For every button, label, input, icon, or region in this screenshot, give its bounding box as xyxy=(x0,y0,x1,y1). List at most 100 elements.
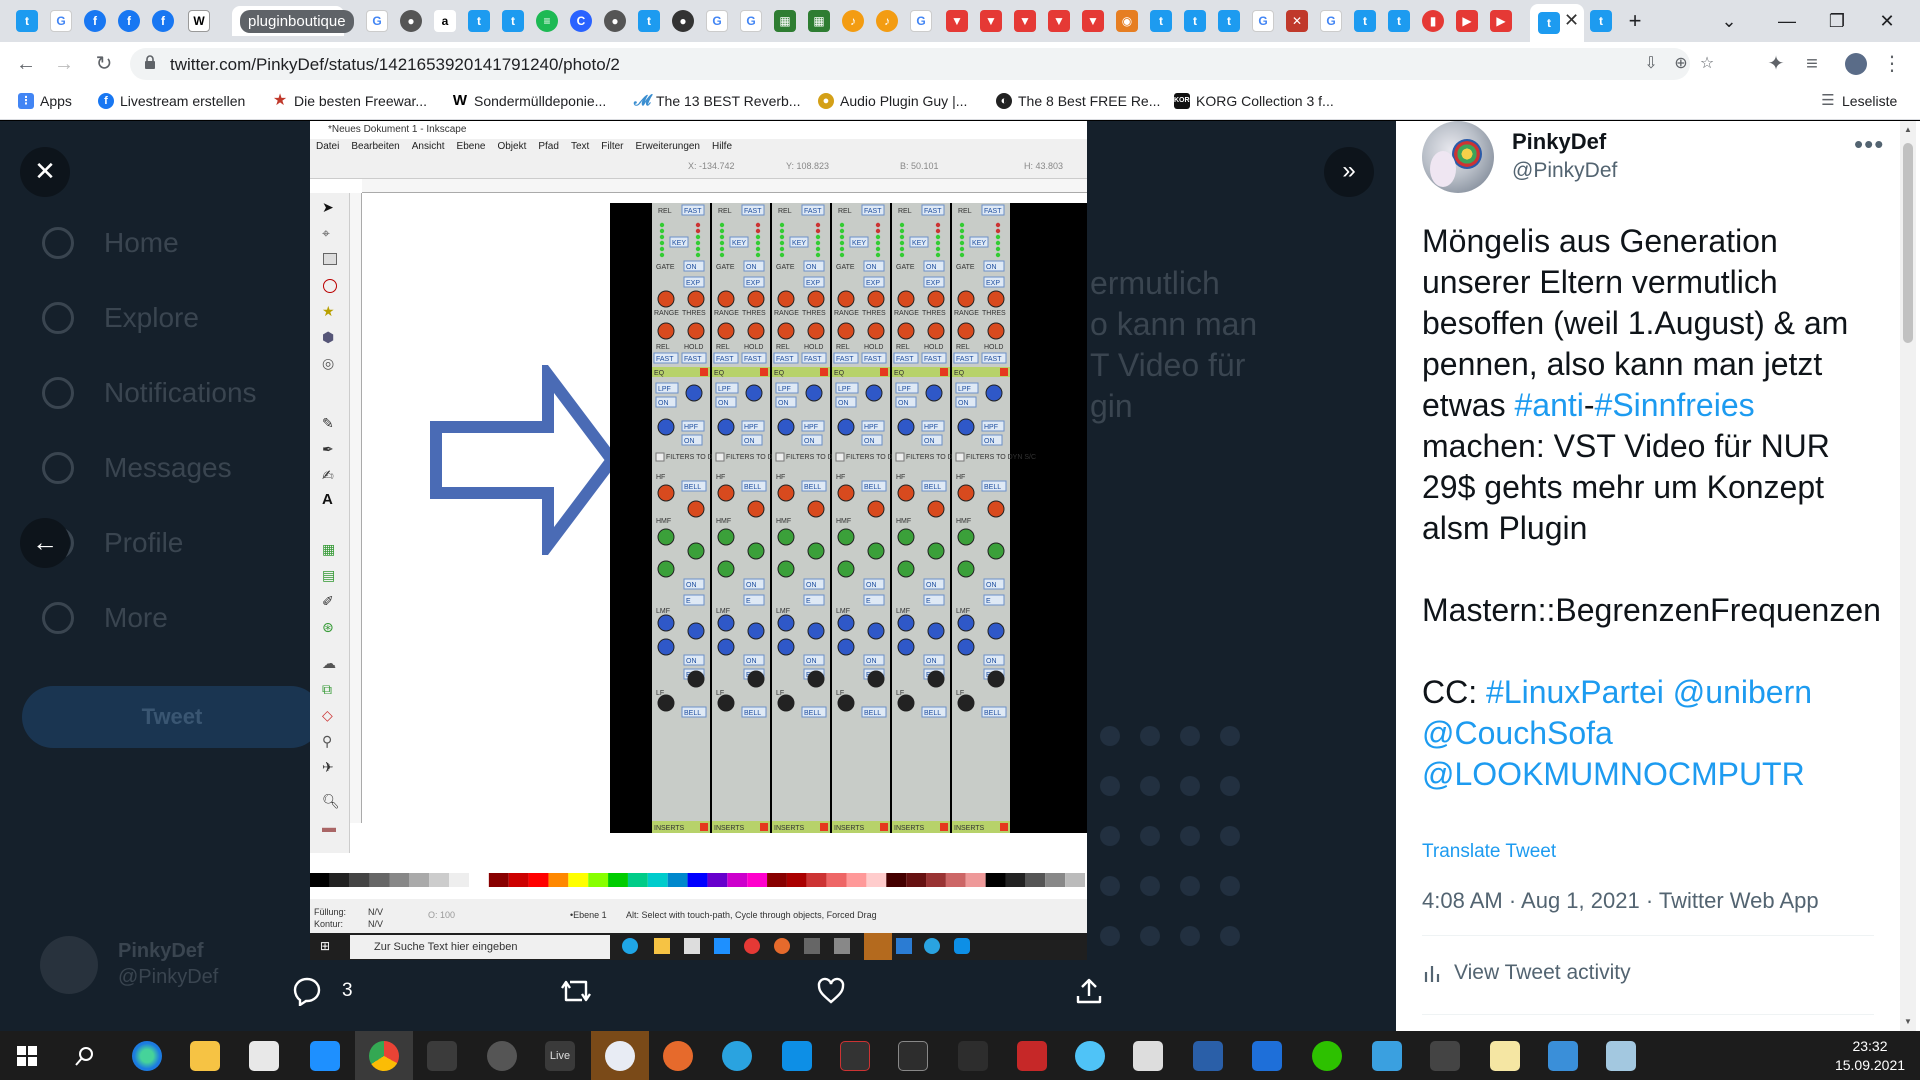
telegram-icon[interactable] xyxy=(722,1041,752,1071)
more-options-icon[interactable]: ••• xyxy=(1854,129,1884,160)
tweet-timestamp[interactable]: 4:08 AM · Aug 1, 2021 · Twitter Web App xyxy=(1422,888,1819,914)
mention-unibern[interactable]: @unibern xyxy=(1673,674,1812,710)
video-tab-icon[interactable]: ▼ xyxy=(980,10,1002,32)
reply-button[interactable]: 3 xyxy=(292,976,353,1006)
hashtag-linuxpartei[interactable]: #LinuxPartei xyxy=(1486,674,1664,710)
voicemeeter-icon[interactable] xyxy=(1017,1041,1047,1071)
extensions-icon[interactable]: ✦ xyxy=(1762,50,1790,78)
view-tweet-activity[interactable]: View Tweet activity xyxy=(1422,961,1631,985)
share-button[interactable] xyxy=(1074,976,1104,1006)
google-tab-icon[interactable]: G xyxy=(706,10,728,32)
twitter-tab-icon[interactable]: t xyxy=(1354,10,1376,32)
reading-list[interactable]: ☰ Leseliste xyxy=(1820,93,1897,110)
live-icon[interactable]: Live xyxy=(545,1041,575,1071)
notepad-icon[interactable] xyxy=(1490,1041,1520,1071)
chrome-tab-icon[interactable]: ● xyxy=(604,10,626,32)
bookmark-freeware[interactable]: ★ Die besten Freewar... xyxy=(272,93,427,110)
search-icon[interactable] xyxy=(74,1045,96,1067)
terminal-icon[interactable] xyxy=(1430,1041,1460,1071)
app-icon[interactable] xyxy=(427,1041,457,1071)
google-tab-icon[interactable]: G xyxy=(1320,10,1342,32)
cube-icon[interactable] xyxy=(1193,1041,1223,1071)
edge-icon[interactable] xyxy=(132,1041,162,1071)
spotify-tab-icon[interactable]: ≡ xyxy=(536,10,558,32)
app-icon[interactable] xyxy=(1133,1041,1163,1071)
close-tab-icon[interactable]: ✕ xyxy=(1564,10,1579,31)
store-icon[interactable] xyxy=(249,1041,279,1071)
google-tab-icon[interactable]: G xyxy=(910,10,932,32)
google-tab-icon[interactable]: G xyxy=(50,10,72,32)
audio-tab-icon[interactable]: ♪ xyxy=(876,10,898,32)
media-queue-icon[interactable]: ≡ xyxy=(1798,50,1826,78)
ubuntu-icon[interactable] xyxy=(663,1041,693,1071)
chrome-tab-icon[interactable]: ● xyxy=(400,10,422,32)
app-icon[interactable] xyxy=(605,1041,635,1071)
forward-arrow-icon[interactable]: → xyxy=(50,50,78,78)
file-explorer-icon[interactable] xyxy=(190,1041,220,1071)
sheet-tab-icon[interactable]: ▦ xyxy=(808,10,830,32)
youtube-tab-icon[interactable]: ▶ xyxy=(1490,10,1512,32)
github-tab-icon[interactable]: ● xyxy=(672,10,694,32)
window-close-icon[interactable]: ✕ xyxy=(1872,8,1902,34)
facebook-tab-icon[interactable]: f xyxy=(118,10,140,32)
twitter-tab-icon[interactable]: t xyxy=(16,10,38,32)
back-arrow-icon[interactable]: ← xyxy=(12,50,40,78)
video-tab-icon[interactable]: ▼ xyxy=(1082,10,1104,32)
panel-scrollbar[interactable]: ▲ ▼ xyxy=(1900,121,1916,1031)
install-icon[interactable]: ⇩ xyxy=(1640,53,1662,75)
restore-icon[interactable]: ❐ xyxy=(1822,8,1852,34)
translate-tweet-link[interactable]: Translate Tweet xyxy=(1422,841,1556,863)
youtube-tab-icon[interactable]: ▶ xyxy=(1456,10,1478,32)
bookmark-korg[interactable]: KORG KORG Collection 3 f... xyxy=(1174,93,1334,109)
app-icon[interactable] xyxy=(840,1041,870,1071)
mention-lookmumnocmputr[interactable]: @LOOKMUMNOCMPUTR xyxy=(1422,756,1805,792)
mail-icon[interactable] xyxy=(310,1041,340,1071)
windows-start-icon[interactable] xyxy=(16,1045,38,1067)
new-tab-icon[interactable]: + xyxy=(1620,8,1650,34)
facebook-tab-icon[interactable]: f xyxy=(84,10,106,32)
twitter-tab-icon[interactable]: t xyxy=(468,10,490,32)
twitter-tab-icon[interactable]: t xyxy=(638,10,660,32)
tab-search-icon[interactable]: ⌄ xyxy=(1714,8,1744,34)
audio-tab-icon[interactable]: ♪ xyxy=(842,10,864,32)
twitter-tab-icon[interactable]: t xyxy=(502,10,524,32)
author-avatar[interactable] xyxy=(1422,121,1494,193)
author-handle[interactable]: @PinkyDef xyxy=(1512,159,1617,183)
active-tab[interactable]: pluginboutique xyxy=(232,6,354,36)
brand-tab-icon[interactable]: ▮ xyxy=(1422,10,1444,32)
inkscape-icon[interactable] xyxy=(487,1041,517,1071)
bookmark-audio-plugin-guy[interactable]: ● Audio Plugin Guy |... xyxy=(818,93,967,109)
bookmark-apps[interactable]: ⋮ Apps xyxy=(18,93,72,109)
brand-tab-icon[interactable]: ◉ xyxy=(1116,10,1138,32)
app-icon[interactable] xyxy=(1075,1041,1105,1071)
twitter-tab-icon[interactable]: t xyxy=(1184,10,1206,32)
bookmark-sondermuell[interactable]: W Sondermülldeponie... xyxy=(452,93,606,110)
current-tab[interactable]: t ✕ xyxy=(1530,4,1584,42)
system-clock[interactable]: 23:32 15.09.2021 xyxy=(1828,1037,1912,1075)
app-icon[interactable] xyxy=(1252,1041,1282,1071)
chrome-icon[interactable] xyxy=(369,1041,399,1071)
video-tab-icon[interactable]: ▼ xyxy=(946,10,968,32)
sheet-tab-icon[interactable]: ▦ xyxy=(774,10,796,32)
profile-avatar[interactable] xyxy=(1842,50,1870,78)
google-tab-icon[interactable]: G xyxy=(740,10,762,32)
app-icon[interactable] xyxy=(958,1041,988,1071)
google-tab-icon[interactable]: G xyxy=(1252,10,1274,32)
video-tab-icon[interactable]: ▼ xyxy=(1048,10,1070,32)
brand-tab-icon[interactable]: ✕ xyxy=(1286,10,1308,32)
hashtag-anti[interactable]: #anti xyxy=(1514,387,1583,423)
mention-couchsofa[interactable]: @CouchSofa xyxy=(1422,715,1613,751)
photos-icon[interactable] xyxy=(1548,1041,1578,1071)
bookmark-livestream[interactable]: f Livestream erstellen xyxy=(98,93,245,109)
bookmark-reverb[interactable]: 𝓜 The 13 BEST Reverb... xyxy=(634,93,800,110)
amazon-tab-icon[interactable]: a xyxy=(434,10,456,32)
zoom-icon[interactable]: ⊕ xyxy=(1670,53,1692,75)
wechat-icon[interactable] xyxy=(1312,1041,1342,1071)
retweet-button[interactable] xyxy=(560,976,592,1006)
wikipedia-tab-icon[interactable]: W xyxy=(188,10,210,32)
reload-icon[interactable]: ↻ xyxy=(90,50,118,78)
twitter-tab-icon[interactable]: t xyxy=(1590,10,1612,32)
app-icon[interactable] xyxy=(1606,1041,1636,1071)
google-tab-icon[interactable]: G xyxy=(366,10,388,32)
close-photo-button[interactable]: ✕ xyxy=(20,147,70,197)
